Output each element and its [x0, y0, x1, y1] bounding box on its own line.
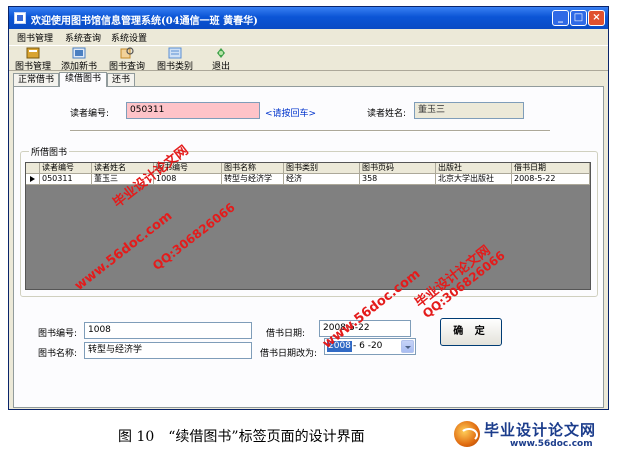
borrowed-books-group: 所借图书 读者编号 读者姓名 图书编号 图书名称 图书类别 图书页码 出版社 借… [20, 145, 598, 297]
column-header[interactable]: 图书类别 [284, 163, 360, 174]
table-cell[interactable]: 050311 [40, 174, 92, 185]
reader-name-label: 读者姓名: [367, 109, 407, 119]
add-book-icon [72, 47, 86, 59]
row-header-corner [26, 163, 40, 174]
site-logo: 毕业设计论文网 www.56doc.com [454, 418, 612, 452]
book-name-label: 图书名称: [38, 349, 78, 359]
toolbar-label: 添加新书 [60, 62, 97, 72]
toolbar-book-manage-button[interactable]: 图书管理 [13, 47, 53, 72]
book-manage-icon [26, 47, 40, 59]
book-search-icon [120, 47, 134, 59]
borrow-date-label: 借书日期: [266, 329, 306, 339]
toolbar-book-search-button[interactable]: 图书查询 [107, 47, 147, 72]
table-cell[interactable]: 北京大学出版社 [436, 174, 512, 185]
menu-system-settings[interactable]: 系统设置 [111, 31, 147, 44]
column-header[interactable]: 图书名称 [222, 163, 284, 174]
close-button[interactable]: × [588, 10, 605, 26]
table-cell[interactable]: 经济 [284, 174, 360, 185]
toolbar-label: 退出 [211, 62, 230, 72]
toolbar-label: 图书类别 [156, 62, 193, 72]
renew-panel: 读者编号: 050311 <请按回车> 读者姓名: 董玉三 所借图书 读者编号 … [13, 86, 604, 408]
new-date-month-day[interactable]: - 6 -20 [353, 341, 382, 352]
toolbar: 图书管理 添加新书 图书查询 图书类别 退出 [9, 45, 608, 72]
book-id-label: 图书编号: [38, 329, 78, 339]
confirm-button[interactable]: 确 定 [440, 318, 502, 346]
toolbar-exit-button[interactable]: 退出 [207, 47, 235, 72]
maximize-button[interactable]: □ [570, 10, 587, 26]
minimize-button[interactable]: _ [552, 10, 569, 26]
column-header[interactable]: 借书日期 [512, 163, 590, 174]
logo-text: 毕业设计论文网 [484, 421, 597, 439]
column-header[interactable]: 读者编号 [40, 163, 92, 174]
toolbar-add-book-button[interactable]: 添加新书 [59, 47, 99, 72]
book-id-input[interactable]: 1008 [84, 322, 252, 339]
menu-book-manage[interactable]: 图书管理 [17, 31, 53, 44]
menu-system-query[interactable]: 系统查询 [65, 31, 101, 44]
table-cell[interactable]: 358 [360, 174, 436, 185]
figure-caption: 图 10 “续借图书”标签页面的设计界面 [118, 429, 365, 445]
toolbar-label: 图书查询 [108, 62, 145, 72]
tab-strip: 正常借书 续借图书 还书 [9, 72, 608, 87]
column-header[interactable]: 图书页码 [360, 163, 436, 174]
window-title: 欢迎使用图书馆信息管理系统(04通信一班 黄春华) [31, 16, 258, 27]
toolbar-label: 图书管理 [14, 62, 51, 72]
toolbar-book-category-button[interactable]: 图书类别 [155, 47, 195, 72]
tab-renew-borrow[interactable]: 续借图书 [59, 72, 107, 87]
reader-name-field: 董玉三 [414, 102, 524, 119]
book-name-input[interactable]: 转型与经济学 [84, 342, 252, 359]
title-bar[interactable]: 欢迎使用图书馆信息管理系统(04通信一班 黄春华) _ □ × [9, 7, 608, 29]
app-window: 欢迎使用图书馆信息管理系统(04通信一班 黄春华) _ □ × 图书管理 系统查… [8, 6, 609, 410]
reader-id-label: 读者编号: [70, 109, 110, 119]
table-cell[interactable]: 2008-5-22 [512, 174, 590, 185]
chevron-down-icon[interactable] [401, 340, 414, 353]
new-date-label: 借书日期改为: [260, 349, 318, 359]
grid-header-row: 读者编号 读者姓名 图书编号 图书名称 图书类别 图书页码 出版社 借书日期 [26, 163, 590, 174]
table-cell[interactable]: 转型与经济学 [222, 174, 284, 185]
tab-normal-borrow[interactable]: 正常借书 [13, 73, 59, 86]
tab-return-book[interactable]: 还书 [107, 73, 135, 86]
app-icon [14, 12, 26, 24]
reader-id-input[interactable]: 050311 [126, 102, 260, 119]
exit-icon [217, 48, 225, 58]
enter-hint: <请按回车> [265, 109, 317, 119]
logo-url: www.56doc.com [510, 439, 593, 449]
divider [70, 130, 550, 132]
group-title: 所借图书 [29, 145, 70, 158]
book-category-icon [168, 47, 182, 59]
menu-bar: 图书管理 系统查询 系统设置 [9, 29, 608, 44]
current-row-arrow-icon [26, 174, 40, 185]
table-row[interactable]: 050311 董玉三 1008 转型与经济学 经济 358 北京大学出版社 20… [26, 174, 590, 185]
column-header[interactable]: 出版社 [436, 163, 512, 174]
logo-globe-icon [454, 421, 480, 447]
